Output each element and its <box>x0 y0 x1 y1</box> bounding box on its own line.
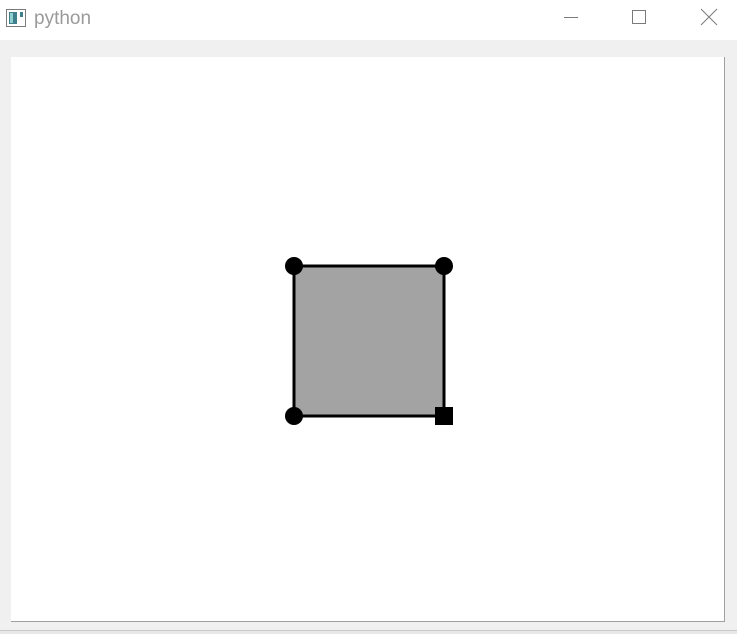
maximize-button[interactable] <box>616 0 662 38</box>
handle-top-left[interactable] <box>285 257 303 275</box>
handle-bottom-left[interactable] <box>285 407 303 425</box>
handle-bottom-right[interactable] <box>435 407 453 425</box>
maximize-icon <box>631 9 647 30</box>
title-bar[interactable]: python <box>0 0 737 40</box>
close-icon <box>700 8 718 31</box>
drawing-canvas[interactable] <box>11 57 725 622</box>
window-bottom-edge <box>0 630 737 634</box>
minimize-button[interactable] <box>547 0 593 38</box>
minimize-icon <box>562 9 578 30</box>
close-button[interactable] <box>686 0 732 38</box>
canvas-svg <box>285 257 453 425</box>
square-shape[interactable] <box>292 264 446 418</box>
app-window: python <box>0 0 737 634</box>
window-title: python <box>34 8 92 29</box>
python-app-icon <box>6 9 26 27</box>
handle-top-right[interactable] <box>435 257 453 275</box>
